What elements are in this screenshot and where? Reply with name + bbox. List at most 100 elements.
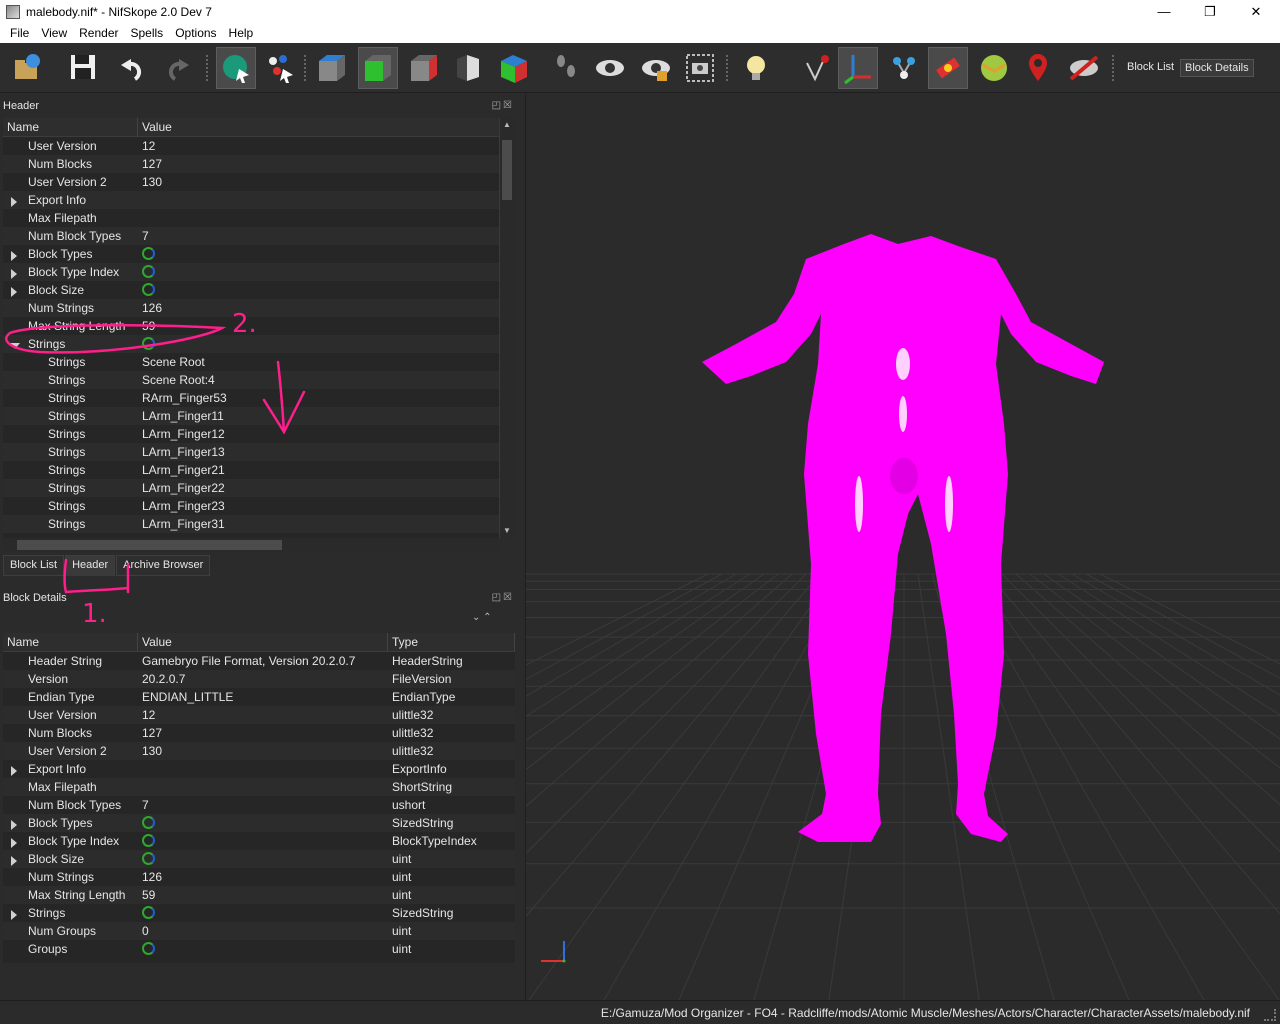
load-icon[interactable] [8,47,48,89]
row-value[interactable]: Gamebryo File Format, Version 20.2.0.7 [138,654,388,668]
tree-row[interactable]: Endian Type ENDIAN_LITTLE EndianType [3,688,515,706]
location-icon[interactable] [1018,47,1058,89]
expand-right-arrow-icon[interactable] [11,838,17,848]
render-viewport[interactable] [525,94,1280,1000]
tree-row[interactable]: Block Type Index [3,263,500,281]
row-value[interactable]: 20.2.0.7 [138,672,388,686]
scroll-thumb[interactable] [17,540,282,550]
row-value[interactable] [138,337,500,351]
tree-row[interactable]: Block Size uint [3,850,515,868]
column-value[interactable]: Value [138,633,388,651]
expand-right-arrow-icon[interactable] [11,766,17,776]
tree-row[interactable]: Block Type Index BlockTypeIndex [3,832,515,850]
row-value[interactable]: 130 [138,744,388,758]
row-value[interactable] [138,247,500,261]
tree-row[interactable]: Max String Length 59 [3,317,500,335]
row-value[interactable]: LArm_Finger12 [138,427,500,441]
row-value[interactable] [138,834,388,848]
constraints-icon[interactable] [928,47,968,89]
row-value[interactable]: LArm_Finger31 [138,517,500,531]
tree-row[interactable]: Strings SizedString [3,904,515,922]
expand-right-arrow-icon[interactable] [11,197,17,207]
row-value[interactable]: ENDIAN_LITTLE [138,690,388,704]
expand-right-arrow-icon[interactable] [11,287,17,297]
row-value[interactable]: LArm_Finger21 [138,463,500,477]
menu-spells[interactable]: Spells [125,26,170,40]
male-body-mesh[interactable] [702,234,1104,842]
expand-right-arrow-icon[interactable] [11,856,17,866]
tree-row[interactable]: Strings [3,335,500,353]
tree-row[interactable]: Num Blocks 127 [3,155,500,173]
expand-right-arrow-icon[interactable] [11,820,17,830]
row-value[interactable]: 127 [138,726,388,740]
column-value[interactable]: Value [138,118,500,136]
scroll-thumb[interactable] [502,140,512,200]
row-value[interactable]: 126 [138,870,388,884]
tree-row[interactable]: User Version 2 130 ulittle32 [3,742,515,760]
axes-icon[interactable] [838,47,878,89]
tab-block-list[interactable]: Block List [3,555,65,576]
row-value[interactable]: 12 [138,139,500,153]
row-value[interactable]: 7 [138,229,500,243]
tree-row[interactable]: Num Strings 126 [3,299,500,317]
menu-view[interactable]: View [35,26,73,40]
row-value[interactable]: 0 [138,924,388,938]
tree-row[interactable]: User Version 12 ulittle32 [3,706,515,724]
tree-row[interactable]: Version 20.2.0.7 FileVersion [3,670,515,688]
save-icon[interactable] [64,47,104,89]
scroll-up-arrow-icon[interactable]: ▲ [502,120,512,130]
view-side-icon[interactable] [404,47,444,89]
row-value[interactable]: LArm_Finger23 [138,499,500,513]
row-value[interactable]: LArm_Finger13 [138,445,500,459]
undo-icon[interactable] [114,47,154,89]
expand-right-arrow-icon[interactable] [11,251,17,261]
tree-row[interactable]: Strings LArm_Finger11 [3,407,500,425]
column-name[interactable]: Name [3,633,138,651]
dock-float-close-icon[interactable]: ◰☒ [492,592,514,603]
tree-row[interactable]: Num Block Types 7 [3,227,500,245]
row-value[interactable]: 127 [138,157,500,171]
row-value[interactable]: 12 [138,708,388,722]
row-value[interactable]: 7 [138,798,388,812]
tree-row[interactable]: Groups uint [3,940,515,958]
tree-row[interactable]: User Version 2 130 [3,173,500,191]
scene-canvas[interactable] [526,94,1280,1000]
column-type[interactable]: Type [388,633,515,651]
row-value[interactable]: Scene Root [138,355,500,369]
menu-render[interactable]: Render [73,26,124,40]
select-vertex-icon[interactable] [262,47,302,89]
screenshot-icon[interactable] [680,47,720,89]
row-value[interactable]: Scene Root:4 [138,373,500,387]
show-hidden-icon[interactable] [590,47,630,89]
tree-row[interactable]: Strings Scene Root [3,353,500,371]
lighting-icon[interactable] [736,47,776,89]
view-user-icon[interactable] [448,47,488,89]
resize-grip-icon[interactable] [1264,1009,1276,1021]
hide-icon[interactable] [1064,47,1104,89]
tree-row[interactable]: Strings LArm_Finger13 [3,443,500,461]
block-list-toggle[interactable]: Block List [1123,59,1178,75]
row-value[interactable] [138,265,500,279]
menu-options[interactable]: Options [169,26,222,40]
tree-row[interactable]: Block Size [3,281,500,299]
row-value[interactable]: RArm_Finger53 [138,391,500,405]
dock-float-close-icon[interactable]: ◰☒ [492,100,514,111]
tree-row[interactable]: Strings LArm_Finger23 [3,497,500,515]
row-value[interactable] [138,942,388,956]
row-value[interactable]: 126 [138,301,500,315]
header-horizontal-scrollbar[interactable] [3,538,498,552]
view-walk-icon[interactable] [494,47,534,89]
select-object-icon[interactable] [216,47,256,89]
tree-row[interactable]: Strings LArm_Finger12 [3,425,500,443]
tree-row[interactable]: User Version 12 [3,137,500,155]
block-details-toggle[interactable]: Block Details [1180,59,1254,77]
tree-row[interactable]: Num Groups 0 uint [3,922,515,940]
row-value[interactable]: LArm_Finger11 [138,409,500,423]
tree-row[interactable]: Block Types SizedString [3,814,515,832]
tree-row[interactable]: Num Blocks 127 ulittle32 [3,724,515,742]
scroll-down-arrow-icon[interactable]: ▼ [502,526,512,536]
collapse-icons[interactable]: ⌄ ⌃ [472,612,492,623]
row-value[interactable] [138,852,388,866]
tree-row[interactable]: Header String Gamebryo File Format, Versi… [3,652,515,670]
tree-row[interactable]: Export Info ExportInfo [3,760,515,778]
